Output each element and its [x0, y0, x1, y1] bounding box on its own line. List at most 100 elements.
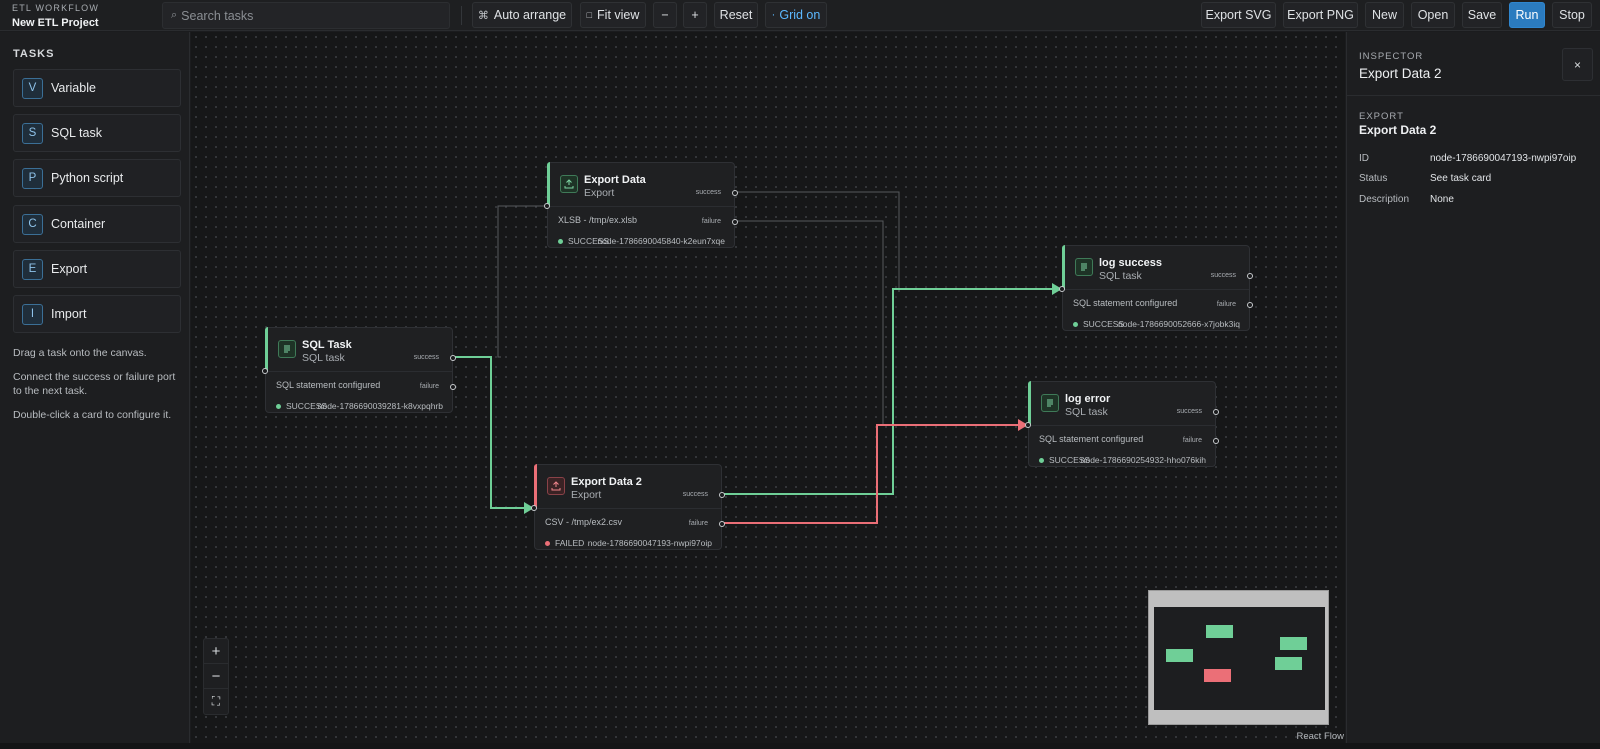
palette-item-label: Export [51, 262, 88, 276]
react-flow-attribution[interactable]: React Flow [1296, 731, 1344, 742]
success-port[interactable] [732, 190, 738, 196]
reset-button[interactable]: Reset [714, 2, 758, 28]
palette-item-container[interactable]: C Container [13, 205, 181, 243]
export-png-button[interactable]: Export PNG [1283, 2, 1358, 28]
canvas-zoom-in-button[interactable]: + [204, 639, 228, 664]
inspector-kicker: INSPECTOR [1359, 51, 1424, 62]
inspector-divider [1347, 95, 1600, 96]
node-detail: SQL statement configured [276, 380, 381, 390]
field-label-id: ID [1359, 153, 1369, 164]
port-label-failure: failure [419, 383, 439, 390]
edge-export-data-failure[interactable] [735, 220, 884, 426]
export-svg-label: Export SVG [1205, 8, 1272, 22]
palette-item-variable[interactable]: V Variable [13, 69, 181, 107]
open-label: Open [1417, 8, 1449, 22]
palette-item-export[interactable]: E Export [13, 250, 181, 288]
save-button[interactable]: Save [1462, 2, 1502, 28]
lines-icon [278, 340, 296, 358]
port-label-success: success [1210, 272, 1236, 279]
auto-arrange-label: Auto arrange [493, 8, 567, 22]
node-export-data[interactable]: Export Data Export success failure XLSB … [544, 162, 738, 248]
palette-item-label: Import [51, 307, 87, 321]
export-svg-button[interactable]: Export SVG [1201, 2, 1276, 28]
run-button[interactable]: Run [1509, 2, 1545, 28]
close-icon[interactable]: × [1562, 48, 1593, 81]
command-icon: ⌘ [477, 9, 489, 22]
palette-item-python-script[interactable]: P Python script [13, 159, 181, 197]
status-dot-icon [1073, 321, 1078, 327]
field-label-status: Status [1359, 173, 1388, 184]
auto-arrange-button[interactable]: ⌘ Auto arrange [472, 2, 572, 28]
edge-export-data-success[interactable] [735, 191, 900, 292]
minimap[interactable] [1148, 590, 1329, 725]
node-detail: SQL statement configured [1039, 434, 1144, 444]
node-id: node-1786690045840-k2eun7xqe [597, 236, 725, 246]
failure-port[interactable] [732, 219, 738, 225]
minimap-node [1275, 657, 1302, 670]
zoom-in-button[interactable]: + [683, 2, 707, 28]
palette-item-label: Python script [51, 171, 124, 185]
field-label-description: Description [1359, 194, 1410, 205]
top-toolbar: ETL WORKFLOW New ETL Project ⌕ ⌘ Auto ar… [0, 0, 1600, 31]
node-sql-task[interactable]: SQL Task SQL task success failure SQL st… [262, 327, 456, 413]
minimap-node [1166, 649, 1193, 662]
app-kicker: ETL WORKFLOW [12, 3, 100, 13]
node-export-data-2[interactable]: Export Data 2 Export success failure CSV… [531, 464, 725, 550]
python-badge-icon: P [22, 167, 43, 189]
node-log-error[interactable]: log error SQL task success failure SQL s… [1025, 381, 1219, 467]
edge-export-data-2-failure[interactable] [722, 424, 1027, 524]
inspector-panel: INSPECTOR Export Data 2 × EXPORT Export … [1346, 32, 1600, 743]
failure-port[interactable] [1213, 438, 1219, 444]
flow-canvas[interactable]: Export Data Export success failure XLSB … [191, 32, 1345, 743]
success-port[interactable] [1213, 409, 1219, 415]
edge-export-data-2-success[interactable] [722, 288, 1061, 495]
open-button[interactable]: Open [1411, 2, 1455, 28]
input-port[interactable] [1025, 422, 1031, 428]
palette-item-import[interactable]: I Import [13, 295, 181, 333]
status-dot-icon [545, 540, 550, 546]
status-text: FAILED [555, 538, 585, 548]
fit-view-button[interactable]: □ Fit view [580, 2, 646, 28]
minimap-node [1206, 625, 1233, 638]
lines-icon [1075, 258, 1093, 276]
field-value-description: None [1430, 194, 1454, 205]
grid-toggle[interactable]: · Grid on [765, 2, 827, 28]
input-port[interactable] [262, 368, 268, 374]
success-port[interactable] [1247, 273, 1253, 279]
input-port[interactable] [1059, 286, 1065, 292]
node-log-success[interactable]: log success SQL task success failure SQL… [1059, 245, 1253, 331]
node-subtitle: SQL task [302, 352, 345, 364]
failure-port[interactable] [450, 384, 456, 390]
fit-view-icon[interactable]: ⛶ [204, 689, 228, 714]
node-detail: XLSB - /tmp/ex.xlsb [558, 215, 638, 225]
failure-port[interactable] [1247, 302, 1253, 308]
search-input[interactable] [181, 8, 432, 23]
search-box[interactable]: ⌕ [162, 2, 450, 29]
edge-sql-task-success[interactable] [450, 356, 533, 509]
canvas-zoom-out-button[interactable]: − [204, 664, 228, 689]
failure-port[interactable] [719, 521, 725, 527]
success-port[interactable] [719, 492, 725, 498]
status-strip [0, 743, 1600, 749]
zoom-out-button[interactable]: − [653, 2, 677, 28]
upload-icon [560, 175, 578, 193]
palette-heading: TASKS [13, 48, 55, 60]
node-subtitle: Export [584, 187, 615, 199]
edge-sql-task-to-export-data[interactable] [497, 205, 549, 358]
input-port[interactable] [544, 203, 550, 209]
lines-icon [1041, 394, 1059, 412]
new-button[interactable]: New [1365, 2, 1404, 28]
dot-icon: · [771, 9, 776, 21]
success-port[interactable] [450, 355, 456, 361]
zoom-controls: + − ⛶ [203, 638, 229, 715]
stop-button[interactable]: Stop [1552, 2, 1592, 28]
palette-item-sql-task[interactable]: S SQL task [13, 114, 181, 152]
node-subtitle: SQL task [1065, 406, 1108, 418]
node-title: SQL Task [302, 339, 352, 351]
node-detail: CSV - /tmp/ex2.csv [545, 517, 623, 527]
input-port[interactable] [531, 505, 537, 511]
node-status: FAILED [545, 538, 584, 548]
node-header: Export Data Export [548, 163, 734, 207]
node-header: SQL Task SQL task [266, 328, 452, 372]
port-label-success: success [1176, 408, 1202, 415]
